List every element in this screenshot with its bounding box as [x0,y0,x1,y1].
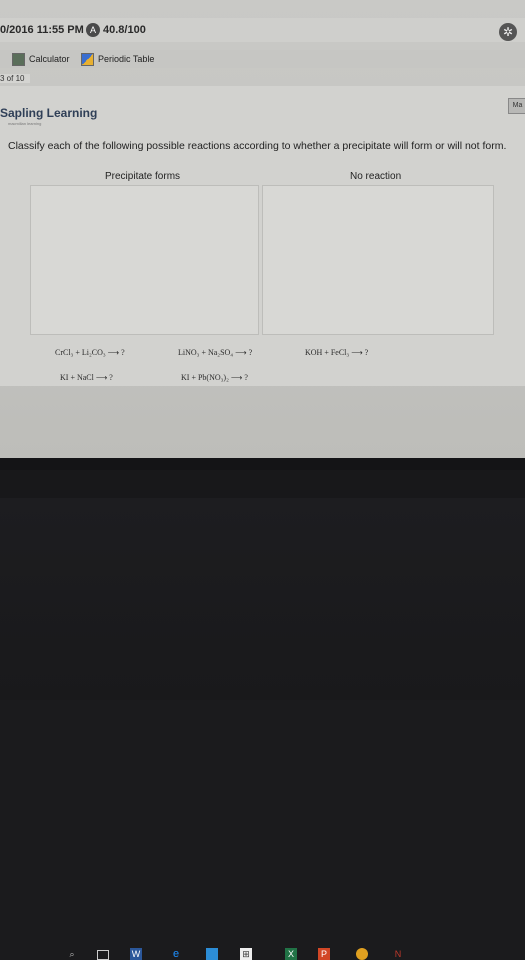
calculator-button[interactable]: Calculator [12,52,70,66]
grade-icon: A [86,23,100,37]
tool-bar [0,50,525,68]
sapling-logo: Sapling Learning [0,106,98,120]
powerpoint-icon[interactable]: P [318,948,330,960]
search-icon[interactable]: ⌕ [66,948,78,960]
calculator-label: Calculator [29,54,70,64]
gear-icon: ✲ [502,25,514,39]
store-icon[interactable]: ⊞ [240,948,252,960]
edge-icon[interactable]: e [170,948,182,960]
reaction-card[interactable]: CrCl₃ + Li₂CO₃ ⟶ ? [55,348,125,357]
macmillan-logo: macmillan learning [8,121,42,126]
timestamp: 0/2016 11:55 PM [0,24,84,36]
precipitate-drop-zone[interactable] [30,185,259,335]
excel-icon[interactable]: X [285,948,297,960]
no-reaction-bin-title: No reaction [350,171,402,182]
no-reaction-drop-zone[interactable] [262,185,494,335]
settings-button[interactable]: ✲ [499,23,517,41]
reaction-card[interactable]: LiNO₃ + Na₂SO₄ ⟶ ? [178,348,252,357]
laptop-bezel [0,498,525,700]
score-display: A 40.8/100 [86,22,146,38]
reaction-card[interactable]: KI + NaCl ⟶ ? [60,373,113,382]
corner-tab[interactable]: Ma [508,98,525,114]
score-value: 40.8/100 [103,24,146,36]
word-icon[interactable]: W [130,948,142,960]
periodic-table-label: Periodic Table [98,54,155,64]
precipitate-bin-title: Precipitate forms [105,171,181,182]
periodic-table-button[interactable]: Periodic Table [81,52,154,66]
question-instruction: Classify each of the following possible … [8,140,507,152]
reaction-card[interactable]: KOH + FeCl₃ ⟶ ? [305,348,368,357]
app-icon[interactable]: N [392,948,404,960]
calculator-icon [12,52,25,66]
task-view-icon[interactable] [97,950,109,960]
browser-screen: 0/2016 11:55 PM A 40.8/100 ✲ Calculator … [0,0,525,458]
question-counter: 3 of 10 [0,74,31,83]
photos-icon[interactable] [206,948,218,960]
periodic-table-icon [81,52,94,66]
reaction-card[interactable]: KI + Pb(NO₃)₂ ⟶ ? [181,373,248,382]
chrome-icon[interactable] [356,948,368,960]
taskbar: ⌕ W e ⊞ X P N [0,470,525,960]
